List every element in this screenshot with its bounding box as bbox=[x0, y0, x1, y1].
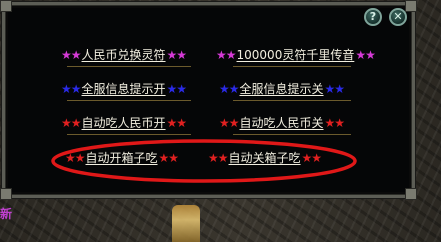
star-icon: ★★ bbox=[355, 48, 375, 62]
divider bbox=[233, 134, 351, 135]
star-icon: ★★ bbox=[61, 116, 81, 130]
option-auto-eat-rmb-off[interactable]: ★★自动吃人民币关★★ bbox=[219, 114, 345, 132]
option-label: 自动吃人民币关 bbox=[239, 116, 324, 130]
star-icon: ★★ bbox=[166, 116, 187, 130]
option-lingfu-broadcast[interactable]: ★★100000灵符千里传音★★ bbox=[216, 46, 376, 64]
star-icon: ★★ bbox=[219, 82, 239, 96]
star-icon: ★★ bbox=[61, 82, 81, 96]
option-label: 全服信息提示开 bbox=[81, 82, 166, 96]
star-icon: ★★ bbox=[324, 116, 345, 130]
star-icon: ★★ bbox=[166, 82, 187, 96]
divider bbox=[233, 100, 351, 101]
option-server-msg-off[interactable]: ★★全服信息提示关★★ bbox=[219, 80, 345, 98]
game-character-sprite bbox=[172, 205, 200, 242]
star-icon: ★★ bbox=[324, 82, 345, 96]
star-icon: ★★ bbox=[61, 48, 81, 62]
divider bbox=[67, 100, 191, 101]
option-rmb-exchange[interactable]: ★★人民币兑换灵符★★ bbox=[61, 46, 187, 64]
star-icon: ★★ bbox=[166, 48, 187, 62]
option-server-msg-on[interactable]: ★★全服信息提示开★★ bbox=[61, 80, 187, 98]
option-label: 100000灵符千里传音 bbox=[236, 48, 355, 62]
game-world-label: 新 bbox=[0, 207, 13, 221]
divider bbox=[67, 134, 191, 135]
divider bbox=[233, 66, 351, 67]
option-label: 自动吃人民币开 bbox=[81, 116, 166, 130]
highlight-ellipse-stroke bbox=[51, 139, 357, 183]
divider bbox=[67, 66, 191, 67]
option-label: 人民币兑换灵符 bbox=[81, 48, 166, 62]
star-icon: ★★ bbox=[216, 48, 236, 62]
highlight-annotation-ellipse bbox=[51, 139, 357, 183]
npc-dialog-panel: ? ✕ ★★人民币兑换灵符★★ ★★100000灵符千里传音★★ ★★全服信息提… bbox=[0, 0, 417, 200]
option-label: 全服信息提示关 bbox=[239, 82, 324, 96]
star-icon: ★★ bbox=[219, 116, 239, 130]
option-auto-eat-rmb-on[interactable]: ★★自动吃人民币开★★ bbox=[61, 114, 187, 132]
